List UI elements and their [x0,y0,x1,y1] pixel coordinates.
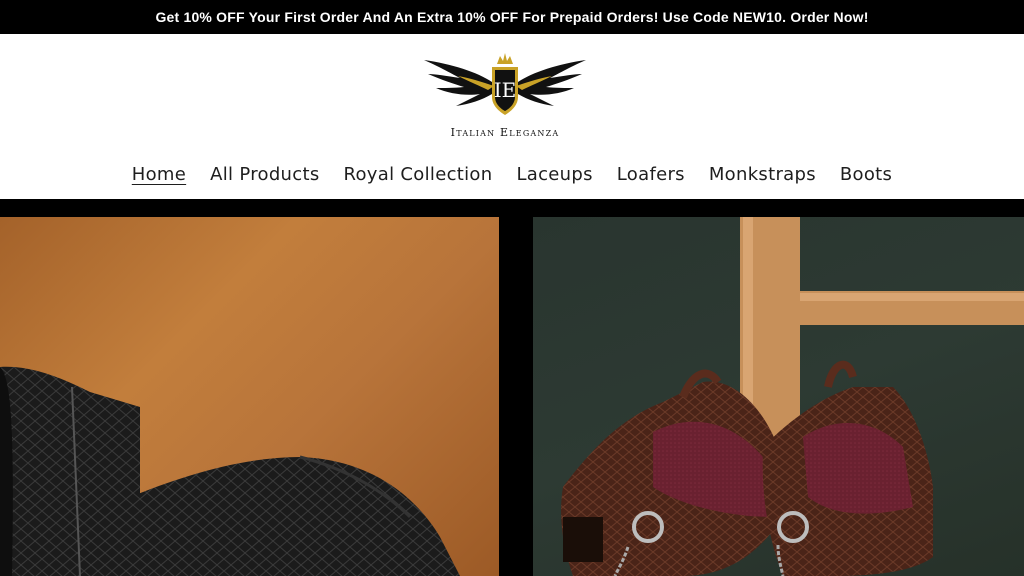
hero-slide-brown-boots[interactable] [533,217,1024,576]
svg-text:IE: IE [494,78,517,102]
logo-emblem-icon: IE [424,53,586,115]
nav-item-loafers[interactable]: Loafers [617,162,685,190]
nav-item-monkstraps[interactable]: Monkstraps [709,162,816,190]
nav-item-boots[interactable]: Boots [840,162,892,190]
site-header: IE Italian Eleganza Home All Products Ro… [0,34,1024,199]
nav-item-all-products[interactable]: All Products [210,162,319,190]
nav-item-home[interactable]: Home [132,162,186,190]
nav-item-laceups[interactable]: Laceups [516,162,592,190]
main-nav: Home All Products Royal Collection Laceu… [0,162,1024,190]
announcement-text: Get 10% OFF Your First Order And An Extr… [155,9,869,25]
brand-name: Italian Eleganza [450,126,560,139]
hero-banner [0,199,1024,576]
black-boot-image [0,366,460,576]
brown-boots-image [561,217,1024,576]
announcement-bar: Get 10% OFF Your First Order And An Extr… [0,0,1024,34]
brand-logo[interactable]: IE Italian Eleganza [422,42,588,142]
nav-item-royal-collection[interactable]: Royal Collection [344,162,493,190]
hero-slide-black-boot[interactable] [0,217,499,576]
